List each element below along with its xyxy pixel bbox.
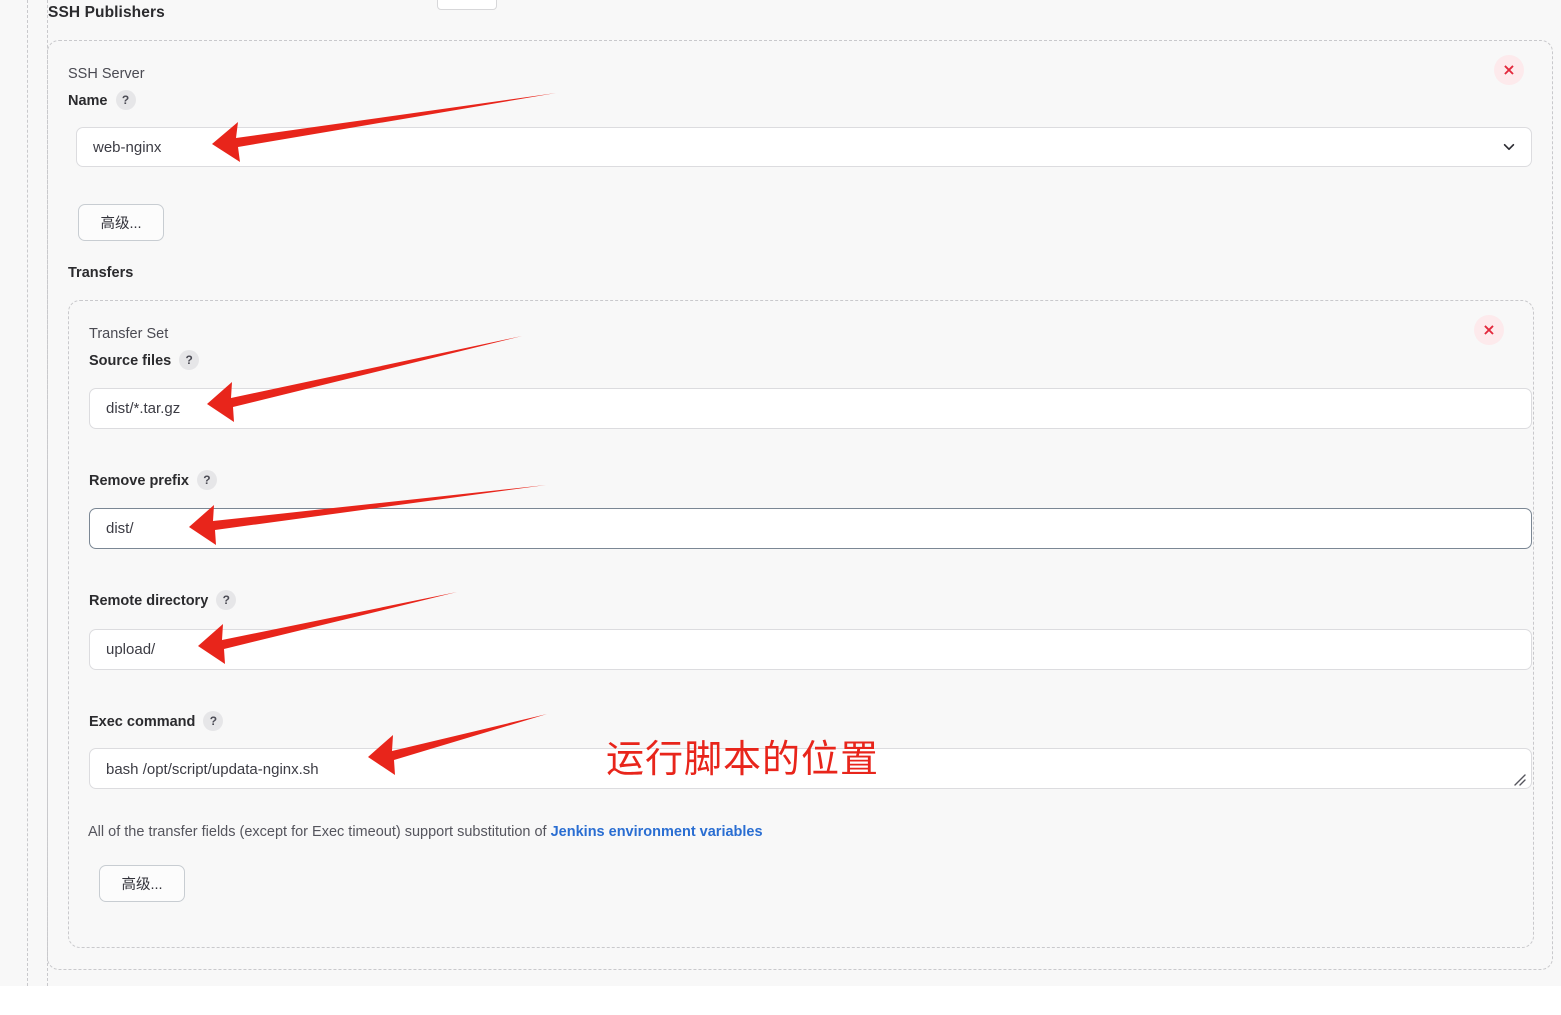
ssh-server-group-label: SSH Server <box>68 66 145 82</box>
name-label-row: Name? <box>68 90 136 111</box>
outer-form-rail <box>27 0 28 986</box>
help-icon-source-files[interactable]: ? <box>179 350 200 370</box>
remote-directory-input[interactable] <box>89 629 1532 670</box>
help-icon-name[interactable]: ? <box>115 90 136 110</box>
delete-transfer-set-button[interactable]: × <box>1474 315 1504 345</box>
remove-prefix-label: Remove prefix <box>89 472 189 489</box>
close-icon: × <box>1502 60 1516 79</box>
annotation-script-location: 运行脚本的位置 <box>606 737 880 781</box>
delete-publisher-button[interactable]: × <box>1494 55 1524 85</box>
source-files-input[interactable] <box>89 388 1532 429</box>
jenkins-env-variables-link[interactable]: Jenkins environment variables <box>551 824 763 840</box>
substitution-note: All of the transfer fields (except for E… <box>88 824 763 840</box>
remove-prefix-label-row: Remove prefix? <box>89 470 217 491</box>
page-canvas: SSH Publishers × SSH Server Name? web-ng… <box>0 0 1561 986</box>
name-label: Name <box>68 92 108 109</box>
help-icon-exec-command[interactable]: ? <box>203 711 224 731</box>
ssh-server-name-select[interactable]: web-nginx <box>76 127 1532 167</box>
publisher-advanced-button[interactable]: 高级... <box>78 204 164 241</box>
remove-prefix-input[interactable] <box>89 508 1532 549</box>
source-files-label: Source files <box>89 352 172 369</box>
source-files-label-row: Source files? <box>89 350 200 371</box>
exec-command-label: Exec command <box>89 713 196 730</box>
clipped-control-above <box>437 0 497 10</box>
exec-command-label-row: Exec command? <box>89 711 224 732</box>
section-title: SSH Publishers <box>48 4 165 21</box>
help-icon-remove-prefix[interactable]: ? <box>196 470 217 490</box>
help-icon-remote-directory[interactable]: ? <box>216 590 237 610</box>
transfer-set-group-label: Transfer Set <box>89 326 169 342</box>
close-icon: × <box>1482 320 1496 339</box>
page-bottom-margin <box>0 986 1561 1015</box>
remote-directory-label: Remote directory <box>89 592 209 609</box>
substitution-note-text: All of the transfer fields (except for E… <box>88 824 551 840</box>
transfers-label: Transfers <box>68 265 134 281</box>
remote-directory-label-row: Remote directory? <box>89 590 237 611</box>
ssh-server-name-value[interactable]: web-nginx <box>76 127 1532 167</box>
transfer-advanced-button[interactable]: 高级... <box>99 865 185 902</box>
